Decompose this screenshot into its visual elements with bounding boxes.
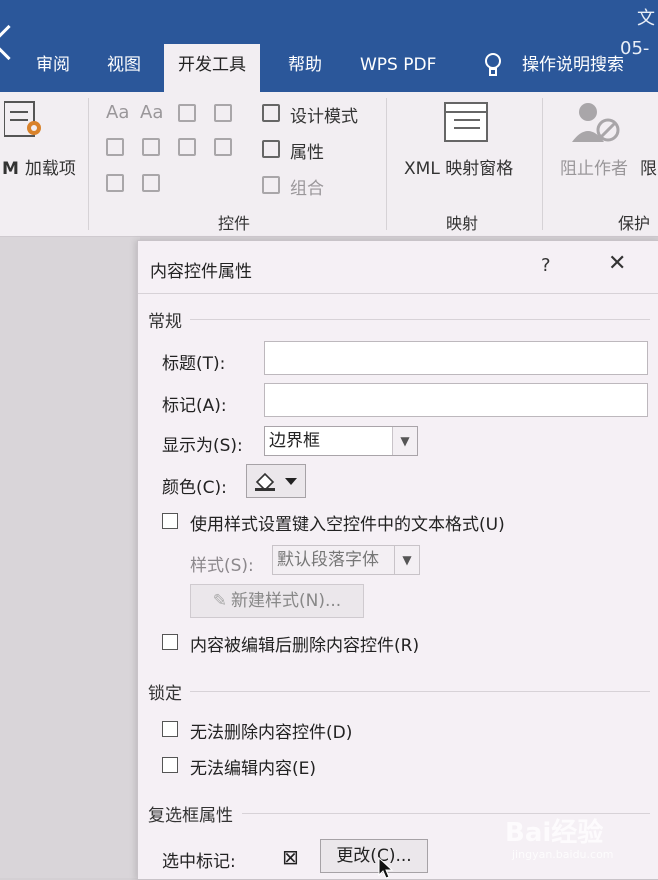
style-label: 样式(S): — [190, 556, 254, 576]
checkbox-control-icon[interactable] — [106, 138, 124, 156]
tell-me-search[interactable]: 操作说明搜索 — [522, 52, 624, 88]
chevron-down-icon: ▼ — [394, 546, 419, 574]
paint-bucket-icon — [255, 472, 297, 492]
color-picker-button[interactable] — [246, 464, 306, 498]
remove-after-edit-checkbox[interactable] — [162, 634, 178, 650]
cannot-delete-label: 无法删除内容控件(D) — [190, 723, 353, 743]
remove-after-edit-label: 内容被编辑后删除内容控件(R) — [190, 636, 420, 656]
style-select[interactable]: 默认段落字体 ▼ — [272, 545, 420, 575]
date-fragment: 05- — [620, 38, 650, 59]
general-section-heading: 常规 — [148, 312, 182, 332]
legacy-tools-icon[interactable] — [142, 174, 160, 192]
xml-mapping-pane-button[interactable]: XML 映射窗格 — [404, 154, 513, 179]
properties-icon — [262, 140, 280, 158]
help-button[interactable]: ? — [541, 255, 551, 276]
chevron-down-icon: ▼ — [392, 427, 417, 455]
title-label: 标题(T): — [162, 354, 226, 374]
new-style-label: 新建样式(N)... — [231, 591, 342, 611]
tab-wps-pdf[interactable]: WPS PDF — [360, 52, 436, 88]
window-title-fragment: 文 — [637, 8, 655, 29]
tab-view[interactable]: 视图 — [107, 52, 141, 88]
tab-help[interactable]: 帮助 — [288, 52, 322, 88]
controls-group-label: 控件 — [218, 214, 251, 233]
tab-review[interactable]: 审阅 — [36, 52, 70, 88]
design-mode-button[interactable]: 设计模式 — [290, 102, 358, 127]
baidu-watermark-logo: Bai经验 — [505, 818, 604, 848]
design-mode-icon — [262, 104, 280, 122]
lightbulb-icon — [485, 53, 501, 76]
show-as-value: 边界框 — [269, 431, 320, 451]
document-area — [0, 237, 140, 878]
restrict-editing-button[interactable]: 限 — [640, 154, 657, 179]
checked-symbol-preview: ⊠ — [282, 845, 299, 869]
picture-control-icon[interactable] — [178, 104, 196, 122]
change-checked-symbol-button[interactable]: 更改(C)... — [320, 839, 428, 873]
add-ins-label: 加载项 — [24, 159, 76, 179]
checkbox-properties-heading: 复选框属性 — [148, 806, 233, 826]
date-picker-icon[interactable] — [214, 138, 232, 156]
show-as-select[interactable]: 边界框 ▼ — [264, 426, 418, 456]
tab-developer[interactable]: 开发工具 — [164, 44, 260, 92]
protect-group-label: 保护 — [618, 214, 651, 233]
title-input[interactable] — [264, 341, 648, 375]
dialog-title: 内容控件属性 — [150, 262, 252, 282]
repeating-section-icon[interactable] — [106, 174, 124, 192]
content-control-properties-dialog: 内容控件属性 ? ✕ 常规 标题(T): 标记(A): 显示为(S): 边界框 … — [137, 240, 658, 880]
back-arrow-icon[interactable] — [0, 24, 27, 61]
checked-symbol-label: 选中标记: — [162, 852, 236, 872]
block-authors-icon — [572, 103, 620, 142]
cannot-edit-checkbox[interactable] — [162, 757, 178, 773]
mouse-cursor-icon — [378, 857, 394, 879]
show-as-label: 显示为(S): — [162, 436, 243, 456]
group-button[interactable]: 组合 — [290, 174, 324, 199]
ribbon: M 加载项 Aa Aa 设计模式 属性 组合 控件 XML 映射窗格 映射 阻止… — [0, 92, 658, 237]
baidu-watermark-url: jingyan.baidu.com — [512, 848, 614, 861]
title-tab-bar: 文 05- 审阅 视图 开发工具 帮助 WPS PDF 操作说明搜索 — [0, 0, 658, 92]
dropdown-list-icon[interactable] — [178, 138, 196, 156]
close-button[interactable]: ✕ — [608, 251, 626, 276]
mapping-group-label: 映射 — [446, 214, 479, 233]
style-value: 默认段落字体 — [277, 550, 379, 570]
plain-text-control-icon[interactable]: Aa — [140, 102, 163, 123]
xml-mapping-pane-icon — [444, 102, 488, 142]
new-style-icon: ✎ — [212, 591, 228, 611]
add-ins-button[interactable]: M 加载项 — [2, 154, 76, 179]
add-in-icon — [4, 101, 41, 137]
use-style-label: 使用样式设置键入空控件中的文本格式(U) — [190, 515, 505, 535]
color-label: 颜色(C): — [162, 478, 227, 498]
group-icon — [262, 176, 280, 194]
tag-label: 标记(A): — [162, 396, 227, 416]
rich-text-control-icon[interactable]: Aa — [106, 102, 129, 123]
properties-button[interactable]: 属性 — [290, 138, 324, 163]
lock-section-heading: 锁定 — [148, 684, 182, 704]
block-authors-button[interactable]: 阻止作者 — [560, 154, 628, 179]
building-block-icon[interactable] — [214, 104, 232, 122]
use-style-checkbox[interactable] — [162, 513, 178, 529]
tag-input[interactable] — [264, 383, 648, 417]
cannot-delete-checkbox[interactable] — [162, 721, 178, 737]
combo-box-icon[interactable] — [142, 138, 160, 156]
new-style-button[interactable]: ✎ 新建样式(N)... — [190, 584, 364, 618]
cannot-edit-label: 无法编辑内容(E) — [190, 759, 317, 779]
